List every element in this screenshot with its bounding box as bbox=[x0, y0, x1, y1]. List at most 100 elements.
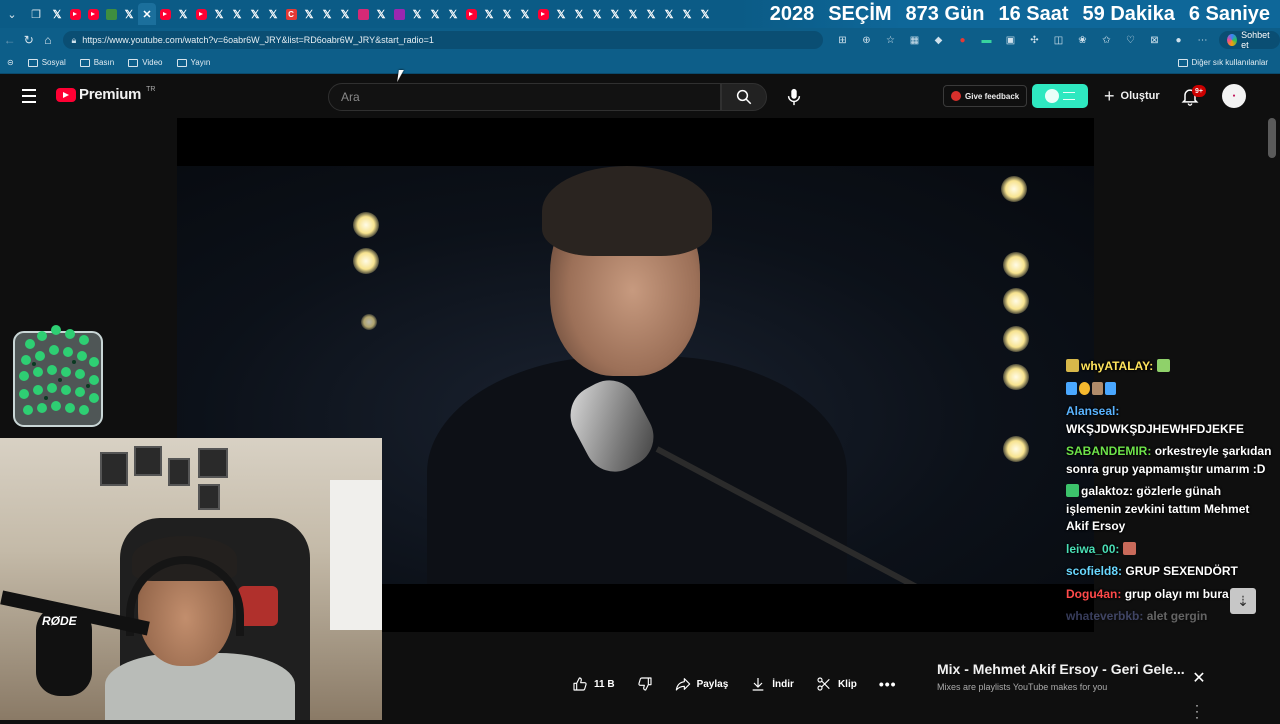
browser-tab[interactable]: 𝕏 bbox=[678, 3, 696, 25]
screenshot-icon[interactable]: ⊠ bbox=[1143, 30, 1165, 50]
browser-tab[interactable]: 𝕏 bbox=[174, 3, 192, 25]
extension-icon[interactable]: ▣ bbox=[999, 30, 1021, 50]
browser-tab[interactable]: 𝕏 bbox=[210, 3, 228, 25]
more-menu-icon[interactable]: ⋯ bbox=[1191, 30, 1213, 50]
extension-icon[interactable]: ▬ bbox=[975, 30, 997, 50]
stage-light bbox=[1003, 364, 1029, 390]
app-install-icon[interactable]: ⊞ bbox=[831, 30, 853, 50]
voice-search-button[interactable] bbox=[782, 85, 806, 109]
address-bar-row: ← ↻ ⌂ 🔒︎ https://www.youtube.com/watch?v… bbox=[0, 28, 1280, 52]
browser-tab[interactable]: 𝕏 bbox=[426, 3, 444, 25]
url-field[interactable]: 🔒︎ https://www.youtube.com/watch?v=6oabr… bbox=[63, 31, 824, 49]
browser-tab[interactable]: 𝕏 bbox=[228, 3, 246, 25]
avatar[interactable]: ● bbox=[1222, 84, 1246, 108]
download-button[interactable]: İndir bbox=[750, 676, 794, 692]
browser-tab[interactable]: 𝕏 bbox=[570, 3, 588, 25]
share-button[interactable]: Paylaş bbox=[675, 676, 728, 692]
more-actions-icon[interactable]: ••• bbox=[879, 676, 897, 692]
browser-tab[interactable]: 𝕏 bbox=[480, 3, 498, 25]
browser-tab[interactable]: 𝕏 bbox=[408, 3, 426, 25]
bookmark-folder-video[interactable]: Video bbox=[121, 52, 169, 74]
hamburger-menu-icon[interactable] bbox=[18, 86, 40, 106]
browser-tab[interactable] bbox=[354, 3, 372, 25]
search-input[interactable]: Ara bbox=[328, 83, 721, 111]
lock-icon: 🔒︎ bbox=[71, 34, 77, 45]
mouse-cursor-icon bbox=[397, 70, 409, 82]
browser-tab[interactable]: 𝕏 bbox=[264, 3, 282, 25]
browser-tab[interactable]: 𝕏 bbox=[372, 3, 390, 25]
region-code: TR bbox=[146, 86, 156, 93]
profile-icon[interactable]: ● bbox=[1167, 30, 1189, 50]
close-icon[interactable]: ✕ bbox=[1190, 669, 1208, 687]
extensions-puzzle-icon[interactable]: ✣ bbox=[1023, 30, 1045, 50]
browser-tab[interactable]: 𝕏 bbox=[444, 3, 462, 25]
browser-tab[interactable]: 𝕏 bbox=[588, 3, 606, 25]
split-screen-icon[interactable]: ◫ bbox=[1047, 30, 1069, 50]
extension-icon[interactable]: ● bbox=[951, 30, 973, 50]
zoom-icon[interactable]: ⊕ bbox=[855, 30, 877, 50]
youtube-premium-logo[interactable]: Premium TR bbox=[56, 86, 155, 103]
close-tab-icon[interactable]: ✕ bbox=[142, 9, 153, 21]
extension-icon[interactable]: ◆ bbox=[927, 30, 949, 50]
bookmark-folder-yayin[interactable]: Yayın bbox=[170, 52, 218, 74]
browser-tab[interactable]: 𝕏 bbox=[300, 3, 318, 25]
like-count: 11 B bbox=[594, 678, 615, 690]
other-favorites[interactable]: Diğer sık kullanılanlar bbox=[1171, 52, 1280, 74]
browser-tab[interactable]: C bbox=[282, 3, 300, 25]
browser-tab[interactable]: 𝕏 bbox=[336, 3, 354, 25]
tab-menu-chevron-icon[interactable]: ⌄ bbox=[0, 0, 24, 28]
logo-text: Premium bbox=[79, 86, 142, 103]
browser-tab[interactable] bbox=[102, 3, 120, 25]
browser-essentials-icon[interactable]: ❀ bbox=[1071, 30, 1093, 50]
notification-badge: 9+ bbox=[1192, 85, 1206, 97]
browser-tab[interactable]: 𝕏 bbox=[498, 3, 516, 25]
dislike-button[interactable] bbox=[637, 676, 653, 692]
browser-tab[interactable]: 𝕏 bbox=[642, 3, 660, 25]
browser-tab[interactable] bbox=[462, 3, 480, 25]
home-icon[interactable]: ⌂ bbox=[38, 28, 57, 52]
scroll-down-arrow-icon[interactable]: ⇣ bbox=[1230, 588, 1256, 614]
browser-tab[interactable]: 𝕏 bbox=[624, 3, 642, 25]
workspaces-icon[interactable]: ❐ bbox=[24, 0, 48, 28]
give-feedback-button[interactable]: Give feedback bbox=[943, 85, 1028, 107]
browser-tab[interactable]: 𝕏 bbox=[552, 3, 570, 25]
extension-icon[interactable]: ▦ bbox=[903, 30, 925, 50]
browser-tab[interactable]: 𝕏 bbox=[318, 3, 336, 25]
favorites-icon[interactable]: ✩ bbox=[1095, 30, 1117, 50]
reload-icon[interactable]: ↻ bbox=[19, 28, 38, 52]
browser-tab[interactable]: 𝕏 bbox=[660, 3, 678, 25]
browser-tab[interactable]: 𝕏 bbox=[516, 3, 534, 25]
browser-tab[interactable] bbox=[390, 3, 408, 25]
bookmark-folder-sosyal[interactable]: Sosyal bbox=[21, 52, 73, 74]
create-button[interactable]: + Oluştur bbox=[1104, 85, 1160, 107]
browser-tab[interactable] bbox=[66, 3, 84, 25]
browser-tab[interactable] bbox=[84, 3, 102, 25]
favorite-star-icon[interactable]: ☆ bbox=[879, 30, 901, 50]
x-icon: 𝕏 bbox=[556, 8, 566, 21]
mix-playlist-header[interactable]: Mix - Mehmet Akif Ersoy - Geri Gele... M… bbox=[937, 661, 1217, 692]
browser-tab[interactable]: 𝕏 bbox=[696, 3, 714, 25]
back-icon[interactable]: ← bbox=[0, 28, 19, 52]
clip-button[interactable]: Klip bbox=[816, 676, 857, 692]
bookmark-folder-basin[interactable]: Basın bbox=[73, 52, 121, 74]
playlist-more-icon[interactable]: · · · bbox=[1195, 699, 1199, 723]
page-scrollbar[interactable] bbox=[1268, 118, 1276, 158]
singer-body bbox=[427, 356, 847, 584]
browser-tab[interactable] bbox=[156, 3, 174, 25]
copilot-chat-button[interactable]: Sohbet et bbox=[1219, 30, 1280, 50]
browser-tab[interactable]: 𝕏 bbox=[606, 3, 624, 25]
browser-tab[interactable] bbox=[534, 3, 552, 25]
browser-tab[interactable]: 𝕏 bbox=[48, 3, 66, 25]
like-button[interactable]: 11 B bbox=[572, 676, 615, 692]
folder-icon bbox=[176, 58, 187, 67]
x-icon: 𝕏 bbox=[322, 8, 332, 21]
browser-tab[interactable]: 𝕏 bbox=[120, 3, 138, 25]
extension-toggle-button[interactable] bbox=[1032, 84, 1088, 108]
search-button[interactable] bbox=[721, 83, 767, 111]
collections-icon[interactable]: ♡ bbox=[1119, 30, 1141, 50]
bookmarks-toggle-icon[interactable]: ⊝ bbox=[0, 52, 21, 74]
browser-tab[interactable] bbox=[192, 3, 210, 25]
stage-light bbox=[361, 314, 377, 330]
browser-tab[interactable]: 𝕏 bbox=[246, 3, 264, 25]
browser-tab-active[interactable]: ✕ bbox=[138, 3, 156, 25]
